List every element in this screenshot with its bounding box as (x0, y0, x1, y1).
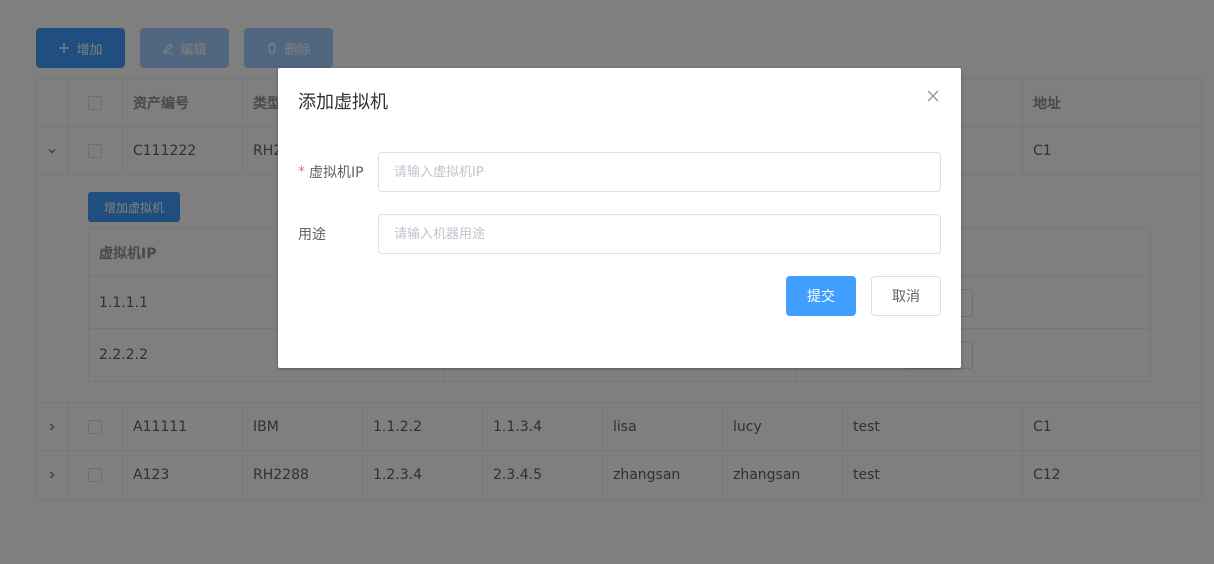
close-icon[interactable] (925, 88, 941, 104)
submit-button[interactable]: 提交 (786, 276, 856, 316)
page: 增加 编辑 删除 资产编号 类型 地址 (0, 0, 1214, 564)
vm-ip-label: * 虚拟机IP (298, 162, 378, 182)
dialog-title: 添加虚拟机 (298, 92, 388, 113)
vm-ip-input[interactable] (378, 152, 941, 192)
required-asterisk: * (298, 164, 305, 180)
dialog-actions: 提交 取消 (786, 276, 941, 316)
add-vm-dialog: 添加虚拟机 * 虚拟机IP 用途 提交 取消 (278, 68, 961, 368)
vm-ip-label-text: 虚拟机IP (309, 165, 364, 181)
purpose-form-row: 用途 (298, 214, 941, 254)
cancel-button[interactable]: 取消 (871, 276, 941, 316)
purpose-input[interactable] (378, 214, 941, 254)
purpose-label: 用途 (298, 227, 326, 243)
vm-ip-form-row: * 虚拟机IP (298, 152, 941, 192)
